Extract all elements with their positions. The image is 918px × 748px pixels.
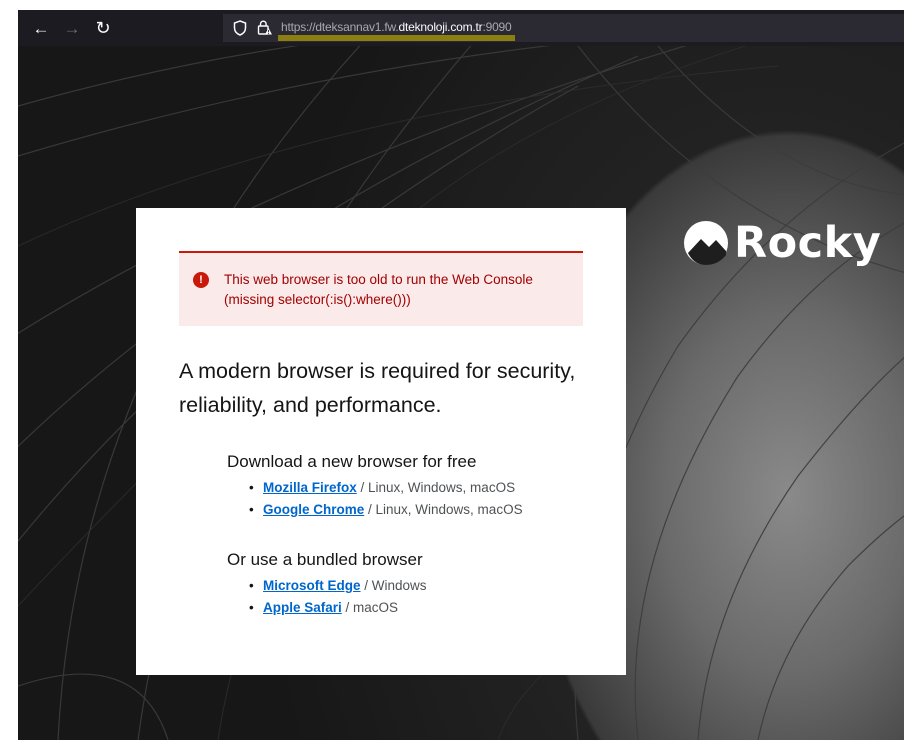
- list-item: • Microsoft Edge / Windows: [227, 575, 607, 597]
- lead-text: A modern browser is required for securit…: [179, 359, 576, 417]
- mozilla-firefox-link[interactable]: Mozilla Firefox: [263, 480, 357, 495]
- back-arrow-icon[interactable]: ←: [30, 17, 52, 39]
- list-item: • Apple Safari / macOS: [227, 597, 607, 619]
- platforms-text: / Linux, Windows, macOS: [364, 502, 523, 517]
- bullet: •: [249, 578, 254, 593]
- list-item: • Mozilla Firefox / Linux, Windows, macO…: [227, 477, 607, 499]
- url-scheme: https://: [281, 20, 316, 34]
- danger-alert: ! This web browser is too old to run the…: [179, 251, 583, 326]
- bullet: •: [249, 600, 254, 615]
- platforms-text: / Linux, Windows, macOS: [356, 480, 516, 495]
- platforms-text: / Windows: [360, 578, 427, 593]
- url-subdomain: dteksannav1.fw.: [315, 20, 399, 34]
- page-viewport: Rocky ! This web browser is too old to r…: [18, 46, 904, 740]
- exclamation-circle-icon: !: [193, 272, 209, 288]
- platforms-text: / macOS: [341, 600, 399, 615]
- bundled-section: Or use a bundled browser • Microsoft Edg…: [227, 549, 607, 619]
- url-domain: dteknoloji.com.tr: [398, 20, 483, 34]
- logo-text: Rocky: [734, 217, 882, 268]
- reload-icon[interactable]: ↻: [92, 17, 114, 39]
- section-title: Or use a bundled browser: [227, 550, 423, 569]
- download-section: Download a new browser for free • Mozill…: [227, 451, 607, 521]
- microsoft-edge-link[interactable]: Microsoft Edge: [263, 578, 361, 593]
- browser-list: • Microsoft Edge / Windows • Apple Safar…: [227, 575, 607, 619]
- browser-list: • Mozilla Firefox / Linux, Windows, macO…: [227, 477, 607, 521]
- browser-toolbar: ← → ↻ https://dteksannav1.fw.dteknoloji.…: [18, 10, 904, 46]
- lock-warning-icon[interactable]: [257, 19, 273, 41]
- address-bar[interactable]: https://dteksannav1.fw.dteknoloji.com.tr…: [223, 14, 904, 42]
- bullet: •: [249, 480, 254, 495]
- shield-icon[interactable]: [233, 20, 247, 41]
- unsupported-browser-card: ! This web browser is too old to run the…: [136, 208, 626, 675]
- apple-safari-link[interactable]: Apple Safari: [263, 600, 342, 615]
- url-text[interactable]: https://dteksannav1.fw.dteknoloji.com.tr…: [278, 20, 515, 41]
- url-port: :9090: [482, 20, 512, 34]
- alert-message: This web browser is too old to run the W…: [224, 272, 533, 307]
- forward-arrow-icon[interactable]: →: [61, 17, 83, 39]
- bullet: •: [249, 502, 254, 517]
- list-item: • Google Chrome / Linux, Windows, macOS: [227, 499, 607, 521]
- google-chrome-link[interactable]: Google Chrome: [263, 502, 364, 517]
- rocky-mountain-icon: [684, 221, 728, 265]
- rocky-logo: Rocky: [682, 218, 881, 268]
- section-title: Download a new browser for free: [227, 452, 477, 471]
